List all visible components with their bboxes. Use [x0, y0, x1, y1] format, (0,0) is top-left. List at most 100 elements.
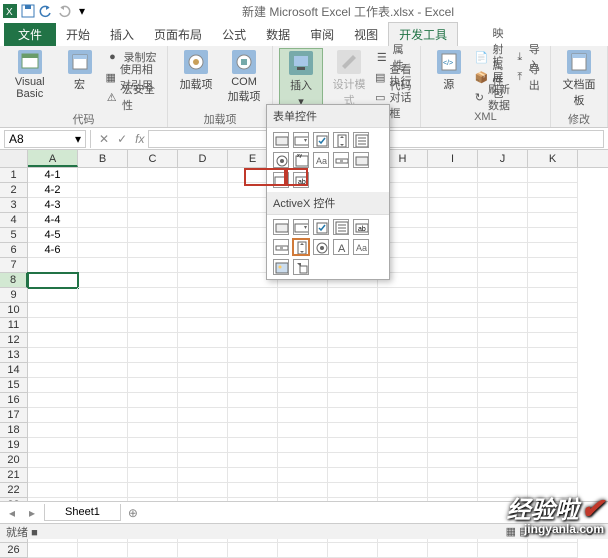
cell[interactable] [378, 303, 428, 318]
record-indicator-icon[interactable]: ■ [31, 527, 38, 539]
row-header[interactable]: 9 [0, 288, 28, 303]
cell[interactable] [478, 348, 528, 363]
cell[interactable] [278, 423, 328, 438]
cell[interactable] [378, 483, 428, 498]
col-A[interactable]: A [28, 150, 78, 167]
cell[interactable] [328, 393, 378, 408]
cell[interactable] [28, 363, 78, 378]
cell[interactable] [28, 378, 78, 393]
control-label-icon[interactable]: Aa [313, 152, 329, 168]
cell[interactable] [478, 438, 528, 453]
cell[interactable] [78, 198, 128, 213]
cell[interactable] [378, 333, 428, 348]
cell[interactable] [528, 273, 578, 288]
doc-panel-button[interactable]: 文档面板 [557, 48, 601, 110]
cell[interactable] [428, 333, 478, 348]
row-header[interactable]: 6 [0, 243, 28, 258]
cell[interactable] [528, 243, 578, 258]
cell[interactable] [428, 348, 478, 363]
cell[interactable] [428, 243, 478, 258]
cell[interactable]: 4-2 [28, 183, 78, 198]
col-C[interactable]: C [128, 150, 178, 167]
cell[interactable] [428, 378, 478, 393]
cell[interactable] [178, 393, 228, 408]
cell[interactable] [178, 168, 228, 183]
cell[interactable] [528, 393, 578, 408]
cell[interactable] [478, 378, 528, 393]
cell[interactable]: 4-6 [28, 243, 78, 258]
cell[interactable] [378, 543, 428, 558]
cell[interactable] [428, 213, 478, 228]
row-header[interactable]: 4 [0, 213, 28, 228]
cell[interactable] [478, 183, 528, 198]
cell[interactable] [528, 318, 578, 333]
cell[interactable] [228, 333, 278, 348]
control-image-icon[interactable] [273, 259, 289, 275]
cell[interactable] [28, 483, 78, 498]
cell[interactable] [178, 453, 228, 468]
tab-formula[interactable]: 公式 [212, 23, 256, 46]
qat-dropdown-icon[interactable]: ▾ [74, 3, 90, 19]
undo-icon[interactable] [38, 3, 54, 19]
cell[interactable] [428, 198, 478, 213]
cell[interactable] [28, 318, 78, 333]
add-sheet-button[interactable]: ⊕ [125, 506, 141, 520]
cell[interactable] [28, 333, 78, 348]
cell[interactable] [278, 363, 328, 378]
cell[interactable] [428, 273, 478, 288]
cell[interactable]: 4-5 [28, 228, 78, 243]
cell[interactable] [328, 288, 378, 303]
cell[interactable] [78, 408, 128, 423]
cell[interactable] [478, 303, 528, 318]
control-option-icon[interactable] [273, 152, 289, 168]
cell[interactable] [378, 408, 428, 423]
cell[interactable] [428, 303, 478, 318]
control-spin-icon[interactable] [293, 239, 309, 255]
addins-button[interactable]: 加载项 [174, 48, 218, 94]
cell[interactable] [28, 288, 78, 303]
cell[interactable] [278, 438, 328, 453]
cell[interactable] [228, 408, 278, 423]
cell[interactable] [178, 333, 228, 348]
cell[interactable] [428, 483, 478, 498]
cell[interactable] [28, 273, 78, 288]
cell[interactable] [128, 228, 178, 243]
cell[interactable] [428, 453, 478, 468]
row-header[interactable]: 20 [0, 453, 28, 468]
cell[interactable] [378, 318, 428, 333]
cell[interactable] [278, 483, 328, 498]
cell[interactable] [278, 378, 328, 393]
cell[interactable] [178, 318, 228, 333]
cell[interactable] [328, 363, 378, 378]
cell[interactable] [178, 348, 228, 363]
cell[interactable] [478, 273, 528, 288]
cell[interactable] [428, 363, 478, 378]
row-header[interactable]: 5 [0, 228, 28, 243]
cell[interactable] [478, 288, 528, 303]
cell[interactable] [128, 468, 178, 483]
cell[interactable] [328, 423, 378, 438]
cell[interactable] [178, 303, 228, 318]
cell[interactable] [378, 378, 428, 393]
control-group-icon[interactable]: xy [293, 152, 309, 168]
cell[interactable] [78, 483, 128, 498]
cell[interactable] [478, 453, 528, 468]
control-button-icon[interactable] [273, 132, 289, 148]
cell[interactable] [78, 243, 128, 258]
cell[interactable] [78, 468, 128, 483]
control-scrollbar-icon[interactable] [273, 239, 289, 255]
row-header[interactable]: 17 [0, 408, 28, 423]
control-combo-icon[interactable] [293, 219, 309, 235]
cell[interactable] [128, 483, 178, 498]
cell[interactable] [278, 318, 328, 333]
cell[interactable] [128, 198, 178, 213]
cell[interactable] [128, 543, 178, 558]
cell[interactable] [78, 453, 128, 468]
cell[interactable] [528, 288, 578, 303]
cell[interactable] [28, 258, 78, 273]
cell[interactable] [178, 468, 228, 483]
row-header[interactable]: 13 [0, 348, 28, 363]
cell[interactable] [78, 288, 128, 303]
cell[interactable] [528, 453, 578, 468]
row-header[interactable]: 22 [0, 483, 28, 498]
